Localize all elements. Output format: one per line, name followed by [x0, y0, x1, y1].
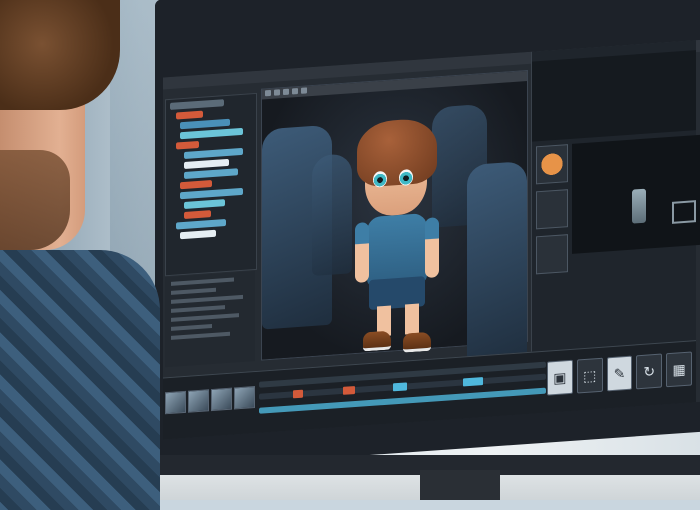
tree-row[interactable] [180, 229, 216, 240]
rock-right [467, 160, 527, 366]
tree-row[interactable] [176, 219, 226, 230]
character-arm-left [355, 222, 369, 284]
asset-thumbnail[interactable] [536, 234, 568, 275]
timeline-keyframe[interactable] [293, 389, 303, 399]
tree-row[interactable] [184, 158, 229, 169]
inspector-panel [165, 271, 255, 368]
tree-row[interactable] [184, 210, 211, 219]
select-icon[interactable]: ▣ [547, 359, 573, 396]
tree-row[interactable] [180, 180, 212, 190]
monitor-screen: ▣ ⬚ ✎ ↻ ▦ [163, 39, 700, 440]
asset-panel [531, 40, 700, 352]
tool-palette: ▣ ⬚ ✎ ↻ ▦ [547, 351, 692, 396]
crop-icon[interactable]: ⬚ [576, 357, 603, 394]
tree-row[interactable] [184, 199, 225, 209]
rotate-icon[interactable]: ↻ [636, 353, 663, 390]
camera-icon[interactable] [292, 88, 298, 95]
inspector-field[interactable] [171, 305, 225, 313]
statue-model [632, 188, 646, 224]
timeline-keyframe[interactable] [343, 386, 355, 395]
inspector-field[interactable] [171, 277, 234, 286]
inspector-field[interactable] [171, 324, 212, 331]
tree-row[interactable] [176, 110, 203, 120]
person-hair [0, 0, 120, 110]
rotate-icon[interactable] [274, 89, 280, 96]
asset-thumbnail[interactable] [536, 189, 568, 230]
cartoon-character[interactable] [347, 116, 457, 364]
timeline-thumbnails [165, 386, 255, 415]
frame-thumbnail[interactable] [188, 389, 209, 413]
asset-thumbnail[interactable] [536, 144, 568, 185]
asset-preview [572, 134, 700, 254]
inspector-field[interactable] [171, 287, 216, 295]
light-icon[interactable] [301, 87, 307, 94]
tree-row[interactable] [170, 99, 224, 110]
person-beard [0, 150, 70, 250]
tree-row[interactable] [176, 140, 199, 150]
rock-left-small [312, 153, 352, 277]
monitor-stand [420, 470, 500, 500]
tree-row[interactable] [180, 127, 243, 140]
frame-thumbnail[interactable] [234, 386, 255, 410]
frame-icon[interactable]: ▦ [666, 351, 692, 388]
frame-thumbnail[interactable] [211, 387, 232, 412]
move-icon[interactable] [265, 89, 271, 97]
character-shoe-right [403, 331, 431, 353]
tree-row[interactable] [184, 147, 243, 159]
asset-panel-header [532, 50, 696, 142]
inspector-field[interactable] [171, 294, 243, 304]
timeline-keyframe[interactable] [393, 382, 407, 392]
tree-row[interactable] [180, 187, 243, 200]
tree-row[interactable] [180, 118, 230, 130]
character-shoe-left [363, 330, 391, 352]
viewport-scene [262, 80, 527, 366]
inspector-field[interactable] [171, 313, 239, 322]
cube-model [672, 200, 696, 224]
tree-row[interactable] [184, 168, 238, 179]
character-hair [357, 117, 437, 188]
hierarchy-panel [165, 92, 257, 277]
computer-monitor: ▣ ⬚ ✎ ↻ ▦ [155, 0, 700, 470]
character-leg-right [405, 303, 419, 335]
brush-icon[interactable]: ✎ [606, 355, 633, 392]
person-shirt [0, 250, 160, 510]
timeline-keyframe[interactable] [463, 377, 483, 387]
inspector-field[interactable] [171, 331, 230, 340]
3d-viewport[interactable] [261, 69, 528, 366]
scale-icon[interactable] [283, 88, 289, 96]
character-arm-right [425, 217, 439, 279]
person-foreground [0, 0, 170, 510]
